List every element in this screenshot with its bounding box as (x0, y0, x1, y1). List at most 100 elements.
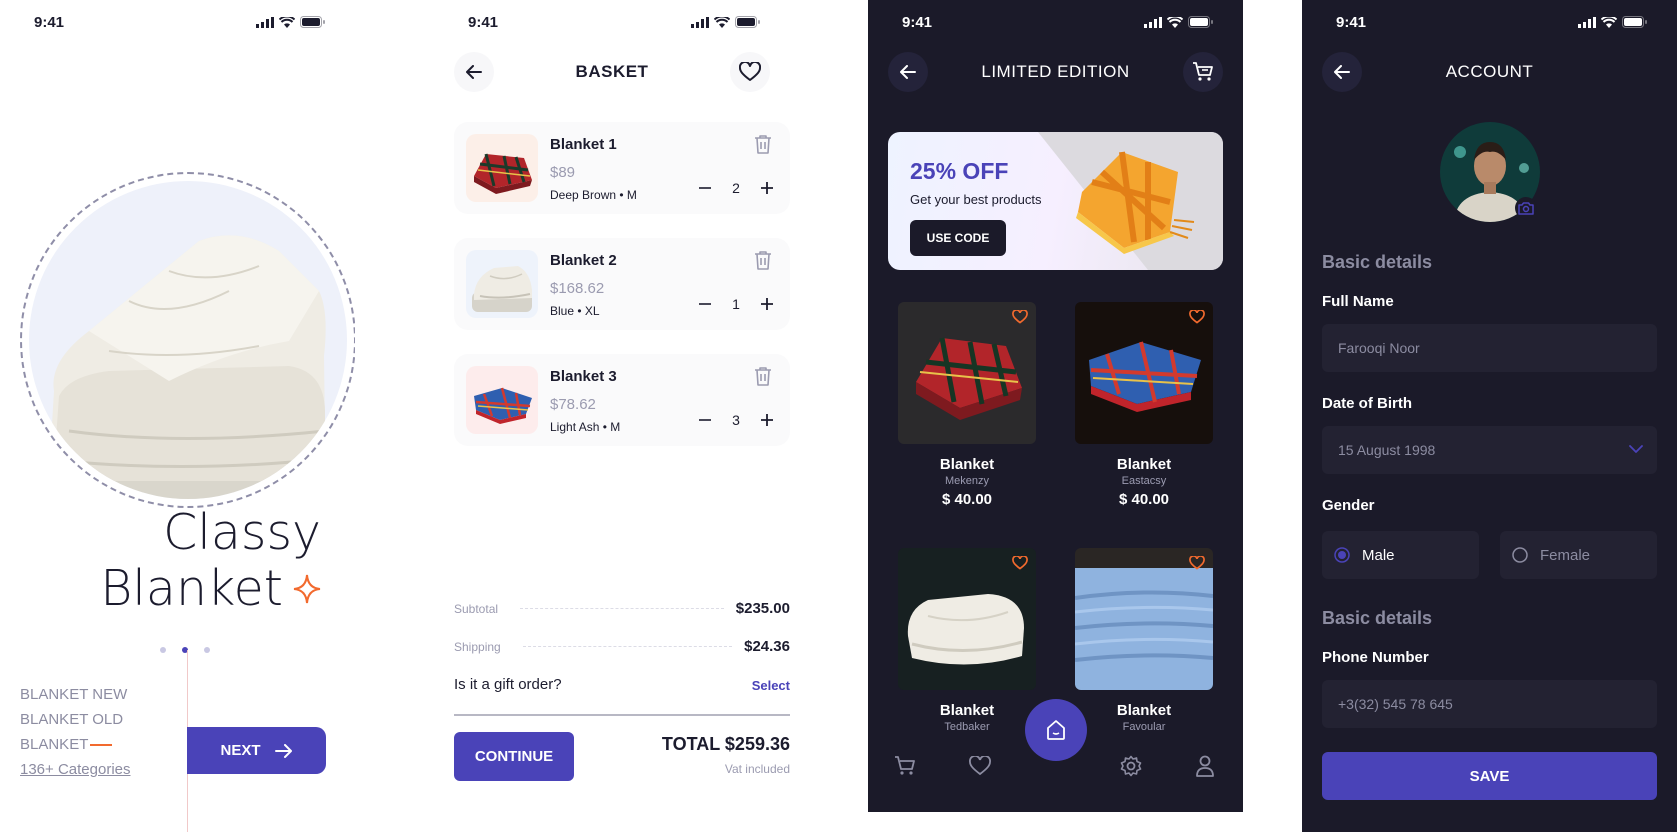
promo-subtitle: Get your best products (910, 192, 1042, 207)
minus-icon[interactable] (698, 297, 712, 311)
item-name: Blanket 3 (550, 368, 617, 385)
product-price: $ 40.00 (941, 491, 993, 508)
category-item[interactable]: BLANKET OLD (20, 707, 131, 732)
full-name-field[interactable]: Farooqi Noor (1322, 324, 1657, 372)
item-price: $89 (550, 164, 576, 181)
profile-nav-icon[interactable] (1195, 755, 1215, 777)
hero-image (29, 181, 347, 499)
promo-blanket-image (1038, 132, 1223, 270)
delete-button[interactable] (754, 250, 772, 275)
cart-button[interactable] (1183, 52, 1223, 92)
promo-banner[interactable]: 25% OFF Get your best products USE CODE (888, 132, 1223, 270)
subtotal-value: $235.00 (735, 600, 790, 617)
item-variant: Deep Brown • M (550, 188, 637, 202)
section-heading: Basic details (1322, 608, 1433, 628)
wishlist-button[interactable] (730, 52, 770, 92)
dob-select[interactable]: 15 August 1998 (1322, 426, 1657, 474)
product-price: $ 40.00 (1118, 491, 1170, 508)
arrow-right-icon (274, 743, 292, 758)
gender-option-female[interactable]: Female (1500, 531, 1657, 579)
hero-title: Classy Blanket (100, 505, 321, 617)
product-name: Blanket (1116, 456, 1172, 473)
home-icon (1047, 720, 1065, 740)
status-icons (1578, 16, 1647, 28)
trash-icon (755, 367, 771, 386)
gender-label: Gender (1322, 497, 1375, 514)
item-price: $78.62 (550, 396, 596, 413)
heart-nav-icon[interactable] (969, 756, 991, 776)
quantity-value: 2 (732, 180, 740, 196)
wifi-icon (279, 16, 295, 28)
white-blanket-image (51, 235, 327, 499)
plus-icon[interactable] (760, 297, 774, 311)
page-dot[interactable] (160, 647, 166, 653)
favorite-button[interactable] (1012, 555, 1028, 575)
gender-option-male[interactable]: Male (1322, 531, 1479, 579)
shipping-row: Shipping $24.36 (454, 638, 790, 655)
category-item[interactable]: BLANKET NEW (20, 682, 131, 707)
favorite-button[interactable] (1189, 309, 1205, 329)
battery-icon (1622, 16, 1647, 28)
cart-icon (1193, 62, 1213, 81)
use-code-button[interactable]: USE CODE (910, 220, 1006, 256)
shipping-value: $24.36 (744, 638, 790, 655)
save-button[interactable]: SAVE (1322, 752, 1657, 800)
heart-icon (739, 62, 761, 81)
status-icons (1144, 16, 1213, 28)
heart-icon (1189, 309, 1205, 324)
favorite-button[interactable] (1012, 309, 1028, 329)
product-card[interactable]: Blanket Mekenzy $ 40.00 (898, 302, 1036, 508)
page-indicator (160, 647, 210, 653)
categories-link[interactable]: 136+ Categories (20, 757, 131, 782)
gift-select-link[interactable]: Select (752, 678, 790, 693)
quantity-value: 3 (732, 412, 740, 428)
total-amount: TOTAL $259.36 (661, 734, 790, 754)
dob-label: Date of Birth (1322, 395, 1412, 412)
delete-button[interactable] (754, 366, 772, 391)
trash-icon (755, 251, 771, 270)
continue-button[interactable]: CONTINUE (454, 732, 574, 781)
favorite-button[interactable] (1189, 555, 1205, 575)
item-name: Blanket 2 (550, 252, 617, 269)
page-title: ACCOUNT (1445, 62, 1534, 81)
item-name: Blanket 1 (550, 136, 617, 153)
plus-icon[interactable] (760, 413, 774, 427)
full-name-label: Full Name (1322, 293, 1394, 310)
hero-title-line1: Classy (163, 504, 321, 561)
product-image (1075, 548, 1213, 690)
phone-field[interactable]: +3(32) 545 78 645 (1322, 680, 1657, 728)
cart-item: Blanket 3 $78.62 Light Ash • M 3 (454, 354, 790, 446)
heart-icon (1012, 555, 1028, 570)
cart-nav-icon[interactable] (894, 756, 916, 776)
next-button[interactable]: NEXT (187, 727, 326, 774)
status-time: 9:41 (34, 14, 65, 31)
delete-button[interactable] (754, 134, 772, 159)
product-card[interactable]: Blanket Eastacsy $ 40.00 (1075, 302, 1213, 508)
status-bar: 9:41 (868, 12, 1243, 32)
cart-item: Blanket 2 $168.62 Blue • XL 1 (454, 238, 790, 330)
minus-icon[interactable] (698, 413, 712, 427)
status-bar: 9:41 (434, 12, 790, 32)
product-card[interactable]: Blanket Tedbaker (898, 548, 1036, 733)
sparkle-icon (293, 574, 321, 604)
product-card[interactable]: Blanket Favoular (1075, 548, 1213, 733)
settings-nav-icon[interactable] (1120, 755, 1142, 777)
product-image (1075, 302, 1213, 444)
wifi-icon (1167, 16, 1183, 28)
page-dot[interactable] (204, 647, 210, 653)
onboarding-screen: 9:41 Classy Blanket BLANKET NEW BLANKET … (0, 0, 355, 832)
product-thumbnail (466, 366, 538, 434)
camera-icon (1518, 202, 1534, 215)
category-item-active[interactable]: BLANKET (20, 732, 88, 757)
dashed-divider (520, 608, 724, 609)
subtotal-row: Subtotal $235.00 (454, 600, 790, 617)
change-photo-button[interactable] (1515, 197, 1537, 219)
product-name: Blanket (939, 456, 995, 473)
status-time: 9:41 (1336, 14, 1367, 31)
section-heading: Basic details (1322, 252, 1433, 272)
home-fab-button[interactable] (1025, 699, 1087, 761)
cart-item: Blanket 1 $89 Deep Brown • M 2 (454, 122, 790, 214)
minus-icon[interactable] (698, 181, 712, 195)
status-time: 9:41 (902, 14, 933, 31)
plus-icon[interactable] (760, 181, 774, 195)
